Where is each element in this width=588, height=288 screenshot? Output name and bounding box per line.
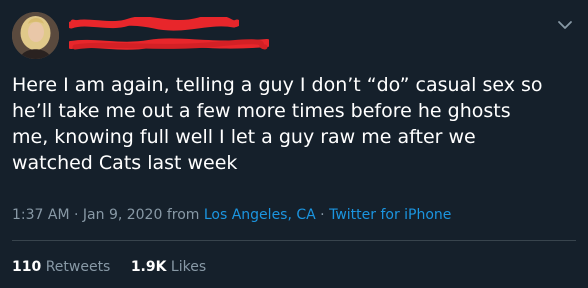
avatar-photo	[12, 12, 59, 59]
likes-count: 1.9K	[130, 259, 167, 275]
retweets-stat[interactable]: 110 Retweets	[12, 258, 110, 276]
meta-separator: ·	[315, 207, 330, 223]
chevron-down-icon	[558, 21, 572, 29]
location-link[interactable]: Los Angeles, CA	[204, 207, 316, 223]
redacted-handle	[69, 38, 269, 50]
tweet-time[interactable]: 1:37 AM	[12, 207, 70, 223]
tweet-menu-button[interactable]	[554, 14, 576, 36]
redacted-display-name	[69, 17, 239, 31]
likes-stat[interactable]: 1.9K Likes	[131, 258, 206, 276]
tweet-stats: 110 Retweets 1.9K Likes	[12, 258, 222, 276]
tweet-date[interactable]: Jan 9, 2020	[83, 207, 162, 223]
avatar[interactable]	[12, 12, 59, 59]
retweets-count: 110	[12, 259, 42, 275]
divider	[12, 240, 576, 241]
retweets-label: Retweets	[45, 259, 111, 275]
likes-label: Likes	[170, 259, 207, 275]
tweet-metadata: 1:37 AM · Jan 9, 2020 from Los Angeles, …	[12, 206, 451, 224]
from-label: from	[162, 207, 204, 223]
client-link[interactable]: Twitter for iPhone	[329, 207, 451, 223]
tweet-text: Here I am again, telling a guy I don’t “…	[12, 74, 543, 174]
meta-separator: ·	[69, 207, 83, 223]
tweet-card: Here I am again, telling a guy I don’t “…	[0, 0, 588, 288]
